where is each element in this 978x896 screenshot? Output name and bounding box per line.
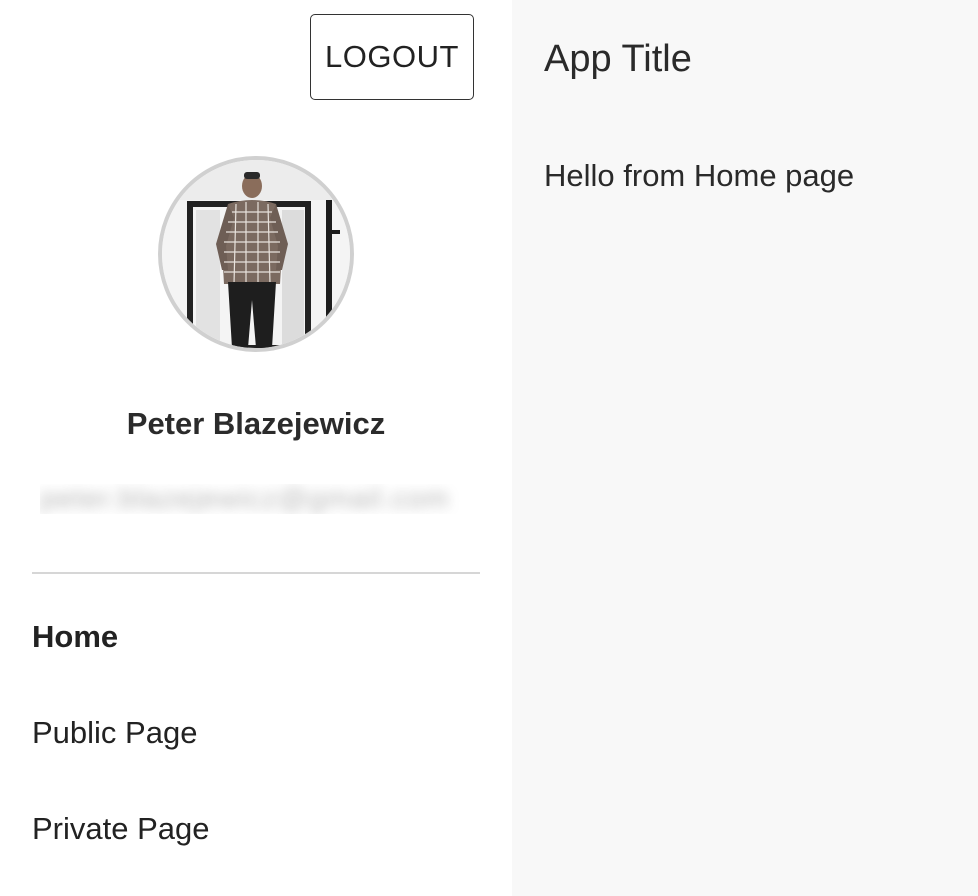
divider bbox=[32, 572, 480, 574]
app-root: LOGOUT Peter Blazejewicz peter.blazejewi… bbox=[0, 0, 978, 896]
user-photo-icon bbox=[162, 160, 350, 348]
user-email: peter.blazejewicz@gmail.com bbox=[40, 484, 466, 514]
user-name: Peter Blazejewicz bbox=[126, 406, 386, 441]
sidebar: LOGOUT Peter Blazejewicz peter.blazejewi… bbox=[0, 0, 512, 896]
app-title: App Title bbox=[544, 38, 692, 80]
page-message: Hello from Home page bbox=[544, 158, 855, 193]
main-content: App Title Hello from Home page bbox=[512, 0, 978, 896]
nav-item-home[interactable]: Home bbox=[32, 612, 472, 662]
logout-button[interactable]: LOGOUT bbox=[310, 14, 474, 100]
nav-item-public-page[interactable]: Public Page bbox=[32, 708, 472, 758]
user-email-text: peter.blazejewicz@gmail.com bbox=[40, 484, 450, 514]
avatar bbox=[158, 156, 354, 352]
nav-item-private-page[interactable]: Private Page bbox=[32, 804, 472, 854]
